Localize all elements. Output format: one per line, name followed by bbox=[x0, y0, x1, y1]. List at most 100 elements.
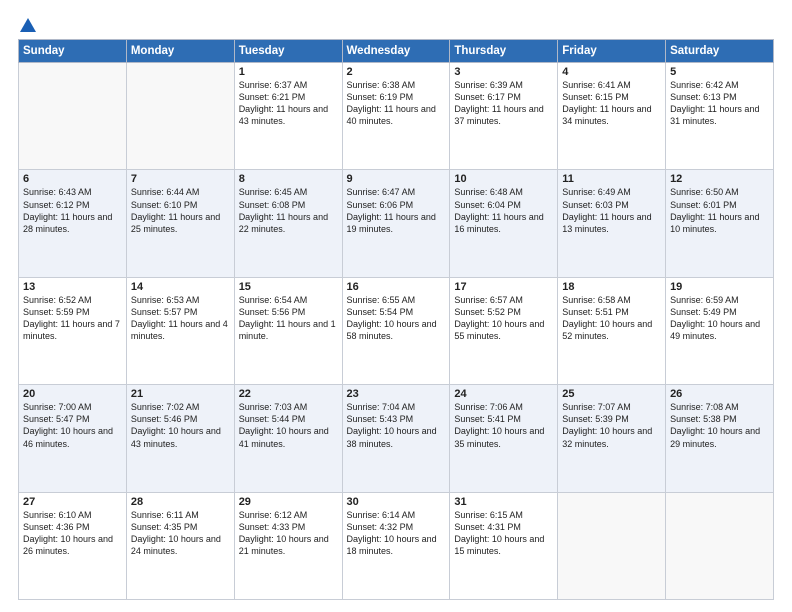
day-cell: 6Sunrise: 6:43 AM Sunset: 6:12 PM Daylig… bbox=[19, 170, 127, 277]
day-number: 31 bbox=[454, 496, 553, 508]
day-number: 21 bbox=[131, 388, 230, 400]
header bbox=[18, 18, 774, 29]
day-info: Sunrise: 6:59 AM Sunset: 5:49 PM Dayligh… bbox=[670, 294, 769, 343]
day-cell: 25Sunrise: 7:07 AM Sunset: 5:39 PM Dayli… bbox=[558, 385, 666, 492]
day-info: Sunrise: 7:03 AM Sunset: 5:44 PM Dayligh… bbox=[239, 401, 338, 450]
day-info: Sunrise: 7:07 AM Sunset: 5:39 PM Dayligh… bbox=[562, 401, 661, 450]
day-cell: 13Sunrise: 6:52 AM Sunset: 5:59 PM Dayli… bbox=[19, 277, 127, 384]
day-cell: 9Sunrise: 6:47 AM Sunset: 6:06 PM Daylig… bbox=[342, 170, 450, 277]
week-row-5: 27Sunrise: 6:10 AM Sunset: 4:36 PM Dayli… bbox=[19, 492, 774, 599]
day-cell: 10Sunrise: 6:48 AM Sunset: 6:04 PM Dayli… bbox=[450, 170, 558, 277]
day-cell: 24Sunrise: 7:06 AM Sunset: 5:41 PM Dayli… bbox=[450, 385, 558, 492]
day-cell: 1Sunrise: 6:37 AM Sunset: 6:21 PM Daylig… bbox=[234, 63, 342, 170]
day-number: 11 bbox=[562, 173, 661, 185]
day-cell: 16Sunrise: 6:55 AM Sunset: 5:54 PM Dayli… bbox=[342, 277, 450, 384]
day-number: 3 bbox=[454, 66, 553, 78]
day-cell: 26Sunrise: 7:08 AM Sunset: 5:38 PM Dayli… bbox=[666, 385, 774, 492]
day-info: Sunrise: 6:42 AM Sunset: 6:13 PM Dayligh… bbox=[670, 79, 769, 128]
day-cell: 5Sunrise: 6:42 AM Sunset: 6:13 PM Daylig… bbox=[666, 63, 774, 170]
day-cell: 11Sunrise: 6:49 AM Sunset: 6:03 PM Dayli… bbox=[558, 170, 666, 277]
day-info: Sunrise: 6:48 AM Sunset: 6:04 PM Dayligh… bbox=[454, 186, 553, 235]
day-cell bbox=[558, 492, 666, 599]
day-number: 27 bbox=[23, 496, 122, 508]
header-friday: Friday bbox=[558, 40, 666, 63]
day-cell: 18Sunrise: 6:58 AM Sunset: 5:51 PM Dayli… bbox=[558, 277, 666, 384]
day-cell: 19Sunrise: 6:59 AM Sunset: 5:49 PM Dayli… bbox=[666, 277, 774, 384]
day-cell: 17Sunrise: 6:57 AM Sunset: 5:52 PM Dayli… bbox=[450, 277, 558, 384]
day-number: 4 bbox=[562, 66, 661, 78]
day-info: Sunrise: 6:11 AM Sunset: 4:35 PM Dayligh… bbox=[131, 509, 230, 558]
day-number: 24 bbox=[454, 388, 553, 400]
day-cell: 4Sunrise: 6:41 AM Sunset: 6:15 PM Daylig… bbox=[558, 63, 666, 170]
day-info: Sunrise: 6:14 AM Sunset: 4:32 PM Dayligh… bbox=[347, 509, 446, 558]
day-number: 29 bbox=[239, 496, 338, 508]
week-row-4: 20Sunrise: 7:00 AM Sunset: 5:47 PM Dayli… bbox=[19, 385, 774, 492]
day-number: 20 bbox=[23, 388, 122, 400]
day-number: 23 bbox=[347, 388, 446, 400]
page: Sunday Monday Tuesday Wednesday Thursday… bbox=[0, 0, 792, 612]
day-number: 14 bbox=[131, 281, 230, 293]
day-number: 19 bbox=[670, 281, 769, 293]
calendar-header: Sunday Monday Tuesday Wednesday Thursday… bbox=[19, 40, 774, 63]
day-info: Sunrise: 6:53 AM Sunset: 5:57 PM Dayligh… bbox=[131, 294, 230, 343]
day-number: 26 bbox=[670, 388, 769, 400]
day-number: 16 bbox=[347, 281, 446, 293]
header-wednesday: Wednesday bbox=[342, 40, 450, 63]
day-info: Sunrise: 6:44 AM Sunset: 6:10 PM Dayligh… bbox=[131, 186, 230, 235]
day-info: Sunrise: 6:15 AM Sunset: 4:31 PM Dayligh… bbox=[454, 509, 553, 558]
day-info: Sunrise: 7:06 AM Sunset: 5:41 PM Dayligh… bbox=[454, 401, 553, 450]
day-info: Sunrise: 6:37 AM Sunset: 6:21 PM Dayligh… bbox=[239, 79, 338, 128]
calendar: Sunday Monday Tuesday Wednesday Thursday… bbox=[18, 39, 774, 600]
day-number: 9 bbox=[347, 173, 446, 185]
day-info: Sunrise: 7:00 AM Sunset: 5:47 PM Dayligh… bbox=[23, 401, 122, 450]
day-info: Sunrise: 6:47 AM Sunset: 6:06 PM Dayligh… bbox=[347, 186, 446, 235]
day-cell: 27Sunrise: 6:10 AM Sunset: 4:36 PM Dayli… bbox=[19, 492, 127, 599]
day-number: 15 bbox=[239, 281, 338, 293]
day-info: Sunrise: 6:54 AM Sunset: 5:56 PM Dayligh… bbox=[239, 294, 338, 343]
day-cell: 31Sunrise: 6:15 AM Sunset: 4:31 PM Dayli… bbox=[450, 492, 558, 599]
day-info: Sunrise: 6:52 AM Sunset: 5:59 PM Dayligh… bbox=[23, 294, 122, 343]
day-info: Sunrise: 6:41 AM Sunset: 6:15 PM Dayligh… bbox=[562, 79, 661, 128]
day-number: 5 bbox=[670, 66, 769, 78]
day-info: Sunrise: 6:12 AM Sunset: 4:33 PM Dayligh… bbox=[239, 509, 338, 558]
header-saturday: Saturday bbox=[666, 40, 774, 63]
day-cell: 21Sunrise: 7:02 AM Sunset: 5:46 PM Dayli… bbox=[126, 385, 234, 492]
header-monday: Monday bbox=[126, 40, 234, 63]
day-number: 18 bbox=[562, 281, 661, 293]
day-info: Sunrise: 7:02 AM Sunset: 5:46 PM Dayligh… bbox=[131, 401, 230, 450]
header-tuesday: Tuesday bbox=[234, 40, 342, 63]
day-info: Sunrise: 6:49 AM Sunset: 6:03 PM Dayligh… bbox=[562, 186, 661, 235]
day-cell: 8Sunrise: 6:45 AM Sunset: 6:08 PM Daylig… bbox=[234, 170, 342, 277]
logo bbox=[18, 18, 36, 29]
day-cell: 30Sunrise: 6:14 AM Sunset: 4:32 PM Dayli… bbox=[342, 492, 450, 599]
day-cell: 29Sunrise: 6:12 AM Sunset: 4:33 PM Dayli… bbox=[234, 492, 342, 599]
header-row: Sunday Monday Tuesday Wednesday Thursday… bbox=[19, 40, 774, 63]
day-number: 12 bbox=[670, 173, 769, 185]
day-info: Sunrise: 6:43 AM Sunset: 6:12 PM Dayligh… bbox=[23, 186, 122, 235]
day-number: 2 bbox=[347, 66, 446, 78]
day-number: 30 bbox=[347, 496, 446, 508]
header-sunday: Sunday bbox=[19, 40, 127, 63]
day-number: 1 bbox=[239, 66, 338, 78]
day-info: Sunrise: 6:55 AM Sunset: 5:54 PM Dayligh… bbox=[347, 294, 446, 343]
day-number: 28 bbox=[131, 496, 230, 508]
day-number: 8 bbox=[239, 173, 338, 185]
day-number: 17 bbox=[454, 281, 553, 293]
logo-text bbox=[18, 18, 36, 29]
day-number: 25 bbox=[562, 388, 661, 400]
day-cell: 22Sunrise: 7:03 AM Sunset: 5:44 PM Dayli… bbox=[234, 385, 342, 492]
day-info: Sunrise: 6:38 AM Sunset: 6:19 PM Dayligh… bbox=[347, 79, 446, 128]
day-info: Sunrise: 6:10 AM Sunset: 4:36 PM Dayligh… bbox=[23, 509, 122, 558]
day-cell: 23Sunrise: 7:04 AM Sunset: 5:43 PM Dayli… bbox=[342, 385, 450, 492]
day-cell: 20Sunrise: 7:00 AM Sunset: 5:47 PM Dayli… bbox=[19, 385, 127, 492]
header-thursday: Thursday bbox=[450, 40, 558, 63]
logo-row1 bbox=[18, 18, 36, 32]
day-info: Sunrise: 6:58 AM Sunset: 5:51 PM Dayligh… bbox=[562, 294, 661, 343]
day-cell bbox=[19, 63, 127, 170]
day-number: 22 bbox=[239, 388, 338, 400]
week-row-3: 13Sunrise: 6:52 AM Sunset: 5:59 PM Dayli… bbox=[19, 277, 774, 384]
logo-triangle-icon bbox=[20, 18, 36, 32]
day-info: Sunrise: 6:50 AM Sunset: 6:01 PM Dayligh… bbox=[670, 186, 769, 235]
day-info: Sunrise: 6:45 AM Sunset: 6:08 PM Dayligh… bbox=[239, 186, 338, 235]
day-info: Sunrise: 6:57 AM Sunset: 5:52 PM Dayligh… bbox=[454, 294, 553, 343]
